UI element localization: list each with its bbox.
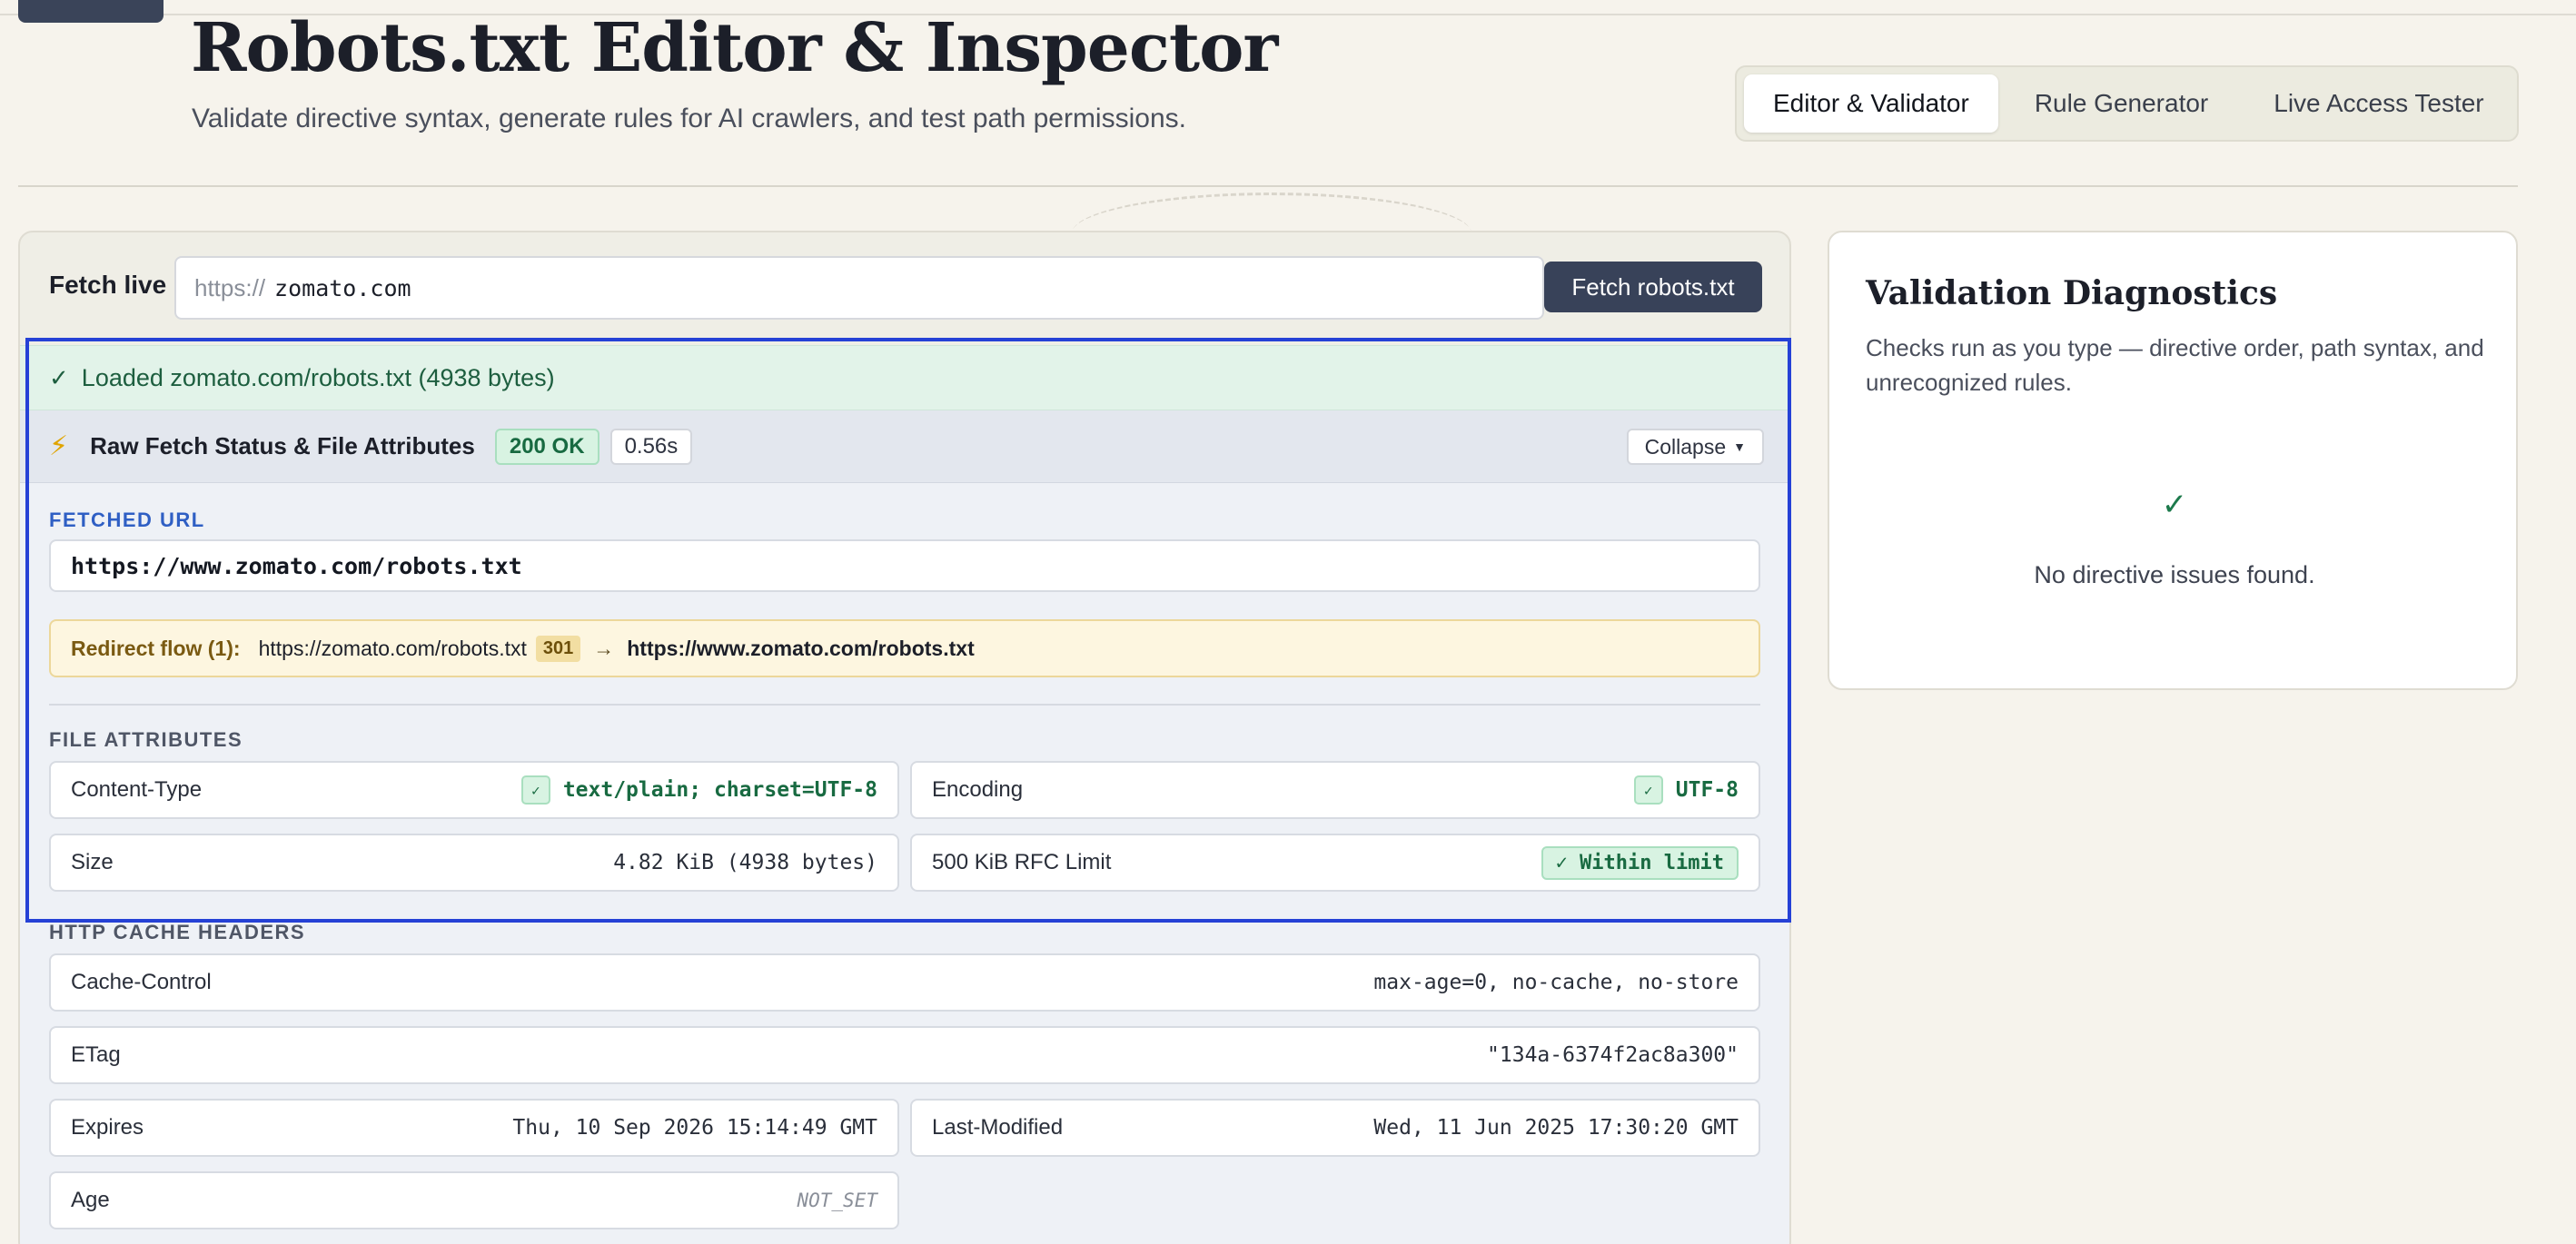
encoding-row: Encoding ✓ UTF-8 [910, 761, 1760, 819]
attr-key: Age [71, 1188, 110, 1212]
tab-live-access-tester[interactable]: Live Access Tester [2244, 74, 2512, 133]
page-title: Robots.txt Editor & Inspector [191, 9, 1278, 87]
encoding-value: UTF-8 [1675, 778, 1739, 802]
fetch-live-label: Fetch live [49, 271, 167, 299]
check-icon: ✓ [2161, 488, 2188, 522]
caret-down-icon: ▼ [1733, 439, 1746, 454]
expires-row: Expires Thu, 10 Sep 2026 15:14:49 GMT [49, 1099, 899, 1157]
url-prefix: https:// [194, 273, 266, 301]
section-divider [49, 704, 1760, 706]
etag-row: ETag "134a-6374f2ac8a300" [49, 1026, 1760, 1084]
response-time-badge: 0.56s [609, 428, 693, 465]
collapse-label: Collapse [1644, 434, 1727, 459]
last-modified-value: Wed, 11 Jun 2025 17:30:20 GMT [1373, 1116, 1739, 1140]
mode-tabs: Editor & Validator Rule Generator Live A… [1735, 65, 2519, 142]
redirect-from-url: https://zomato.com/robots.txt [258, 636, 527, 660]
attr-key: Expires [71, 1115, 144, 1140]
status-title: Raw Fetch Status & File Attributes [90, 432, 475, 459]
fetch-robots-button[interactable]: Fetch robots.txt [1544, 262, 1762, 312]
cache-control-row: Cache-Control max-age=0, no-cache, no-st… [49, 953, 1760, 1012]
cache-headers-label: HTTP CACHE HEADERS [49, 921, 306, 943]
diagnostics-title: Validation Diagnostics [1866, 274, 2278, 312]
page-subtitle: Validate directive syntax, generate rule… [192, 104, 1186, 133]
size-value: 4.82 KiB (4938 bytes) [613, 851, 877, 874]
expires-value: Thu, 10 Sep 2026 15:14:49 GMT [512, 1116, 877, 1140]
editor-panel: Fetch live https:// zomato.com Fetch rob… [18, 231, 1791, 1244]
fetched-url-label: FETCHED URL [49, 508, 205, 531]
redirect-flow: Redirect flow (1): https://zomato.com/ro… [49, 619, 1760, 677]
url-value[interactable]: zomato.com [274, 275, 411, 301]
rfc-limit-row: 500 KiB RFC Limit ✓ Within limit [910, 834, 1760, 892]
within-limit-badge: ✓ Within limit [1541, 845, 1739, 880]
age-value: NOT_SET [797, 1190, 877, 1211]
status-code-badge: 200 OK [494, 428, 599, 465]
loaded-banner: ✓ Loaded zomato.com/robots.txt (4938 byt… [20, 345, 1789, 410]
attr-key: 500 KiB RFC Limit [932, 850, 1112, 874]
attr-value: ✓ UTF-8 [1633, 775, 1739, 805]
url-input[interactable]: https:// zomato.com [174, 256, 1544, 320]
check-icon: ✓ [49, 363, 69, 391]
loaded-message: Loaded zomato.com/robots.txt (4938 bytes… [81, 363, 555, 391]
attr-key: ETag [71, 1042, 121, 1067]
check-icon: ✓ [1633, 775, 1663, 805]
top-nav-chip[interactable] [18, 0, 163, 23]
attr-key: Cache-Control [71, 970, 212, 994]
validation-diagnostics-panel: Validation Diagnostics Checks run as you… [1828, 231, 2518, 690]
check-icon: ✓ [520, 775, 550, 805]
age-row: Age NOT_SET [49, 1171, 899, 1229]
file-attributes-label: FILE ATTRIBUTES [49, 728, 243, 751]
redirect-to-url: https://www.zomato.com/robots.txt [627, 636, 975, 660]
fetch-status-bar: ⚡ Raw Fetch Status & File Attributes 200… [20, 410, 1789, 483]
etag-value: "134a-6374f2ac8a300" [1487, 1043, 1739, 1067]
lightning-icon: ⚡ [49, 431, 69, 461]
no-issues-message: No directive issues found. [2034, 561, 2315, 588]
attr-key: Encoding [932, 777, 1024, 802]
diagnostics-description: Checks run as you type — directive order… [1866, 334, 2484, 396]
size-row: Size 4.82 KiB (4938 bytes) [49, 834, 899, 892]
cache-control-value: max-age=0, no-cache, no-store [1373, 971, 1739, 994]
content-type-value: text/plain; charset=UTF-8 [562, 778, 877, 802]
redirect-label: Redirect flow (1): [71, 636, 241, 660]
last-modified-row: Last-Modified Wed, 11 Jun 2025 17:30:20 … [910, 1099, 1760, 1157]
fetched-url-field: https://www.zomato.com/robots.txt [49, 539, 1760, 592]
header-divider [18, 185, 2518, 187]
attr-key: Content-Type [71, 777, 203, 802]
attr-key: Size [71, 850, 114, 874]
attr-value: ✓ text/plain; charset=UTF-8 [520, 775, 877, 805]
redirect-code-badge: 301 [535, 635, 581, 662]
tab-editor-validator[interactable]: Editor & Validator [1744, 74, 1998, 133]
arrow-right-icon: → [593, 636, 615, 660]
attr-key: Last-Modified [932, 1115, 1064, 1140]
collapse-button[interactable]: Collapse ▼ [1626, 429, 1764, 465]
tab-rule-generator[interactable]: Rule Generator [2006, 74, 2237, 133]
content-type-row: Content-Type ✓ text/plain; charset=UTF-8 [49, 761, 899, 819]
fetch-details: FETCHED URL https://www.zomato.com/robot… [20, 483, 1789, 1244]
